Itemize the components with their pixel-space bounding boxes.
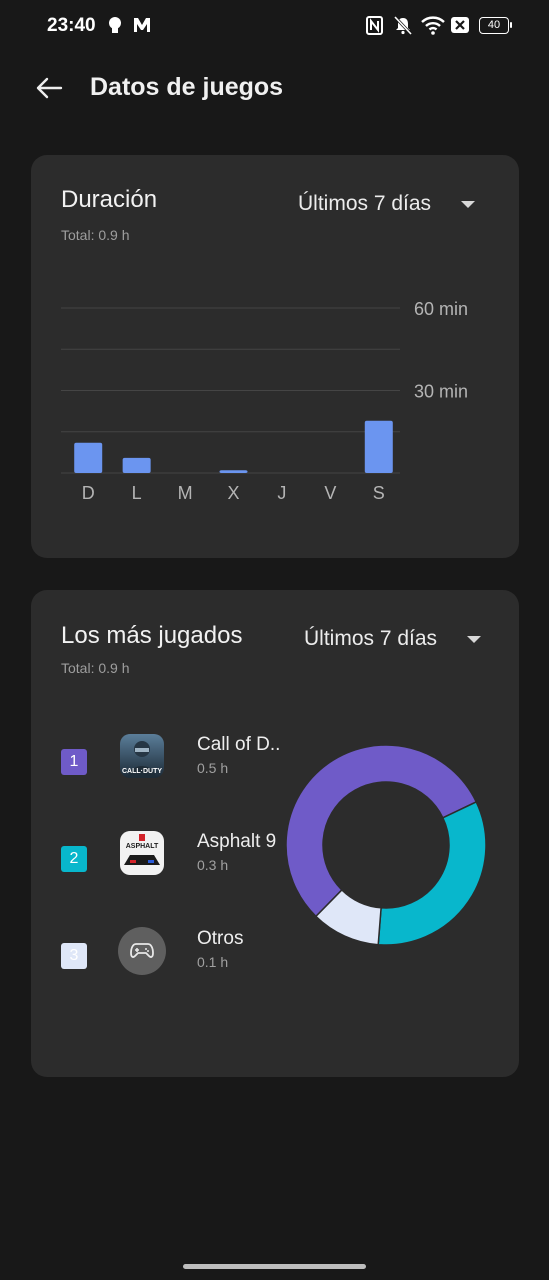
call-of-duty-icon-caption: CALL·DUTY xyxy=(121,768,163,775)
x-tick-label: X xyxy=(227,483,239,503)
duration-total: Total: 0.9 h xyxy=(61,227,130,243)
game-name: Call of D.. xyxy=(197,734,281,755)
x-tick-label: J xyxy=(277,483,286,503)
mute-icon xyxy=(393,16,413,35)
y-tick-label: 30 min xyxy=(414,382,468,402)
game-name: Asphalt 9 xyxy=(197,831,277,852)
game-time: 0.5 h xyxy=(197,760,229,776)
bar-L[interactable] xyxy=(122,457,151,473)
call-of-duty-app-icon: CALL·DUTY xyxy=(120,734,164,778)
game-row-otros[interactable]: 3 Otros 0.1 h xyxy=(61,927,301,988)
most-played-total: Total: 0.9 h xyxy=(61,660,130,676)
back-button[interactable] xyxy=(30,72,68,104)
wifi-icon xyxy=(421,16,445,35)
rank-badge: 1 xyxy=(61,749,87,775)
x-tick-label: L xyxy=(132,483,142,503)
battery-level: 40 xyxy=(487,19,501,31)
game-row-asphalt-9[interactable]: 2 ASPHALT Asphalt 9 0.3 h xyxy=(61,831,301,891)
bar-X[interactable] xyxy=(219,470,248,473)
x-tick-label: S xyxy=(373,483,385,503)
duration-card: Duración Últimos 7 días Total: 0.9 h 60 … xyxy=(31,155,519,558)
most-played-range-label: Últimos 7 días xyxy=(304,627,438,650)
bar-S[interactable] xyxy=(364,420,393,473)
most-played-title: Los más jugados xyxy=(61,622,243,649)
most-played-donut-chart xyxy=(285,744,487,946)
nfc-icon xyxy=(366,16,383,35)
rank-badge: 2 xyxy=(61,846,87,872)
rank-badge: 3 xyxy=(61,943,87,969)
x-tick-label: M xyxy=(178,483,193,503)
x-tick-label: V xyxy=(324,483,336,503)
bar-D[interactable] xyxy=(74,442,103,473)
game-time: 0.1 h xyxy=(197,954,229,970)
arrow-left-icon xyxy=(36,77,63,99)
gamepad-icon xyxy=(118,927,166,975)
m-app-icon xyxy=(134,18,150,32)
most-played-range-dropdown[interactable]: Últimos 7 días xyxy=(304,627,482,651)
duration-title: Duración xyxy=(61,186,158,213)
status-bar: 23:40 40 xyxy=(0,0,549,54)
asphalt-9-app-icon: ASPHALT xyxy=(120,831,164,875)
donut-slice-2[interactable] xyxy=(377,800,487,946)
battery-icon: 40 xyxy=(479,17,512,34)
y-tick-label: 60 min xyxy=(414,299,468,319)
status-time: 23:40 xyxy=(47,15,96,36)
duration-range-dropdown[interactable]: Últimos 7 días xyxy=(298,192,476,216)
game-time: 0.3 h xyxy=(197,857,229,873)
page-title: Datos de juegos xyxy=(90,73,284,101)
app-bar: Datos de juegos xyxy=(0,60,549,116)
x-badge-icon xyxy=(451,17,469,33)
game-row-call-of-duty[interactable]: 1 CALL·DUTY Call of D.. 0.5 h xyxy=(61,734,301,794)
duration-bar-chart: 60 min 30 min D L M X J V S xyxy=(61,299,468,503)
chevron-down-icon xyxy=(461,200,476,208)
bulb-icon xyxy=(109,17,121,33)
chevron-down-icon xyxy=(467,635,482,643)
x-tick-label: D xyxy=(82,483,95,503)
most-played-card: Los más jugados Últimos 7 días Total: 0.… xyxy=(31,590,519,1077)
home-indicator[interactable] xyxy=(183,1264,366,1269)
duration-range-label: Últimos 7 días xyxy=(298,192,432,215)
asphalt-9-icon-caption: ASPHALT xyxy=(125,843,159,850)
game-name: Otros xyxy=(197,928,244,949)
